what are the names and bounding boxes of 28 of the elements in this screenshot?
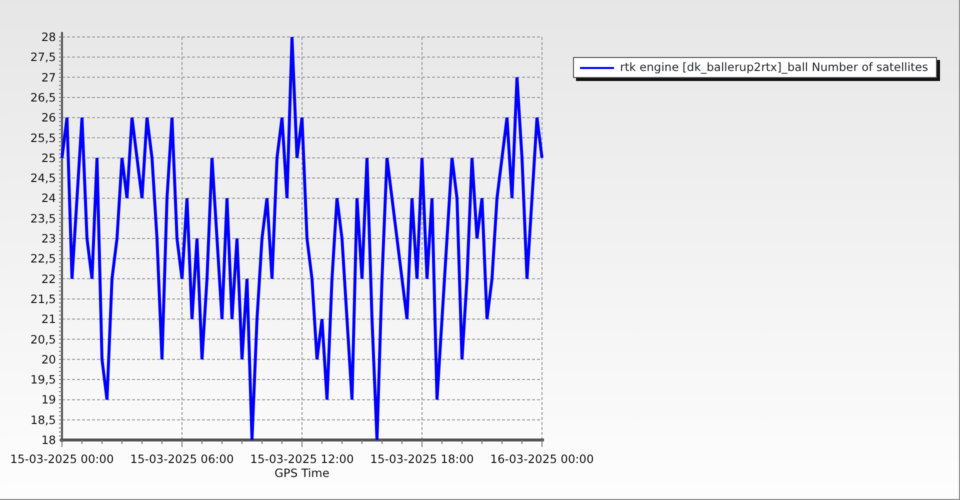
y-tick-label: 25,5	[30, 130, 56, 145]
y-tick-label: 18,5	[30, 412, 56, 427]
y-tick-label: 21,5	[30, 292, 56, 306]
y-tick-label: 23,5	[30, 211, 56, 226]
y-tick-label: 19,5	[30, 372, 56, 387]
y-tick-label: 26	[41, 110, 56, 125]
x-tick-label: 15-03-2025 06:00	[130, 452, 234, 466]
x-axis-title: GPS Time	[274, 466, 330, 480]
y-tick-label: 24	[41, 191, 56, 206]
x-tick-label: 16-03-2025 00:00	[490, 452, 594, 466]
y-tick-label: 26,5	[30, 90, 56, 104]
x-tick-label: 15-03-2025 00:00	[10, 452, 114, 466]
y-tick-label: 20	[41, 352, 56, 366]
x-tick-label: 15-03-2025 18:00	[370, 452, 474, 466]
y-tick-label: 24,5	[30, 171, 56, 186]
y-tick-label: 20,5	[30, 332, 56, 346]
y-tick-label: 19	[41, 392, 56, 407]
y-tick-label: 27,5	[30, 50, 56, 64]
y-tick-label: 22,5	[30, 252, 56, 266]
y-tick-label: 28	[41, 30, 56, 44]
x-tick-label: 15-03-2025 12:00	[250, 452, 354, 466]
y-tick-label: 22	[41, 272, 56, 286]
y-tick-label: 27	[41, 70, 56, 84]
y-tick-label: 18	[41, 433, 56, 447]
y-tick-label: 23	[41, 232, 56, 246]
legend-label: rtk engine [dk_ballerup2rtx]_ball Number of satellites	[620, 59, 928, 76]
y-tick-label: 21	[41, 312, 56, 326]
y-tick-label: 25	[41, 150, 56, 165]
